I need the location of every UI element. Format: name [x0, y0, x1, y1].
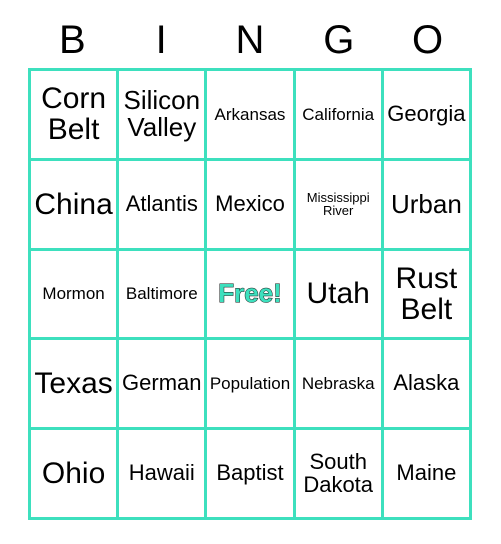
bingo-cell-label: California: [302, 104, 375, 124]
bingo-cell[interactable]: Mexico: [207, 160, 293, 248]
bingo-cell-label: Mississippi River: [306, 189, 370, 219]
bingo-cell-label: Georgia: [387, 100, 466, 126]
bingo-grid: Corn Belt Silicon Valley Arkansas Californi…: [28, 68, 472, 520]
bingo-cell-label: Silicon Valley: [123, 85, 201, 143]
bingo-cell[interactable]: Hawaii: [119, 430, 205, 517]
bingo-cell[interactable]: Atlantis: [119, 160, 205, 248]
bingo-cell[interactable]: Maine: [383, 430, 469, 517]
bingo-cell-label: Baptist: [216, 460, 284, 486]
bingo-cell[interactable]: China: [31, 160, 117, 248]
bingo-cell[interactable]: Utah: [295, 250, 381, 338]
bingo-cell-label: Utah: [306, 277, 370, 311]
bingo-cell-label: Hawaii: [128, 460, 195, 486]
bingo-cell-label: Atlantis: [125, 190, 198, 216]
bingo-cell[interactable]: Baltimore: [119, 250, 205, 338]
bingo-cell[interactable]: Urban: [383, 160, 469, 248]
bingo-free-cell[interactable]: Free!: [207, 250, 293, 338]
bingo-cell[interactable]: South Dakota: [295, 430, 381, 517]
bingo-header-letter-o: O: [412, 18, 444, 62]
bingo-cell-label: Baltimore: [125, 284, 198, 304]
bingo-cell[interactable]: Baptist: [207, 430, 293, 517]
bingo-cell-label: Ohio: [41, 457, 106, 490]
bingo-cell[interactable]: Mississippi River: [295, 160, 381, 248]
bingo-cell-label: Population: [209, 373, 291, 393]
bingo-header-letter-b: B: [59, 18, 86, 62]
bingo-header-row: BINGO: [28, 14, 472, 66]
bingo-cell[interactable]: Rust Belt: [383, 250, 469, 338]
bingo-cell[interactable]: California: [295, 71, 381, 158]
bingo-cell-label: German: [122, 370, 202, 396]
bingo-header-letter-i: I: [155, 18, 167, 62]
bingo-cell[interactable]: Arkansas: [207, 71, 293, 158]
bingo-cell-label: Corn Belt: [41, 82, 107, 147]
bingo-cell-label: Arkansas: [214, 104, 286, 124]
bingo-cell[interactable]: Ohio: [31, 430, 117, 517]
bingo-cell[interactable]: Alaska: [383, 340, 469, 428]
bingo-cell[interactable]: Silicon Valley: [119, 71, 205, 158]
bingo-cell[interactable]: Texas: [31, 340, 117, 428]
bingo-cell-label: Urban: [390, 188, 462, 219]
bingo-cell[interactable]: Population: [207, 340, 293, 428]
bingo-cell-label: Rust Belt: [395, 261, 458, 326]
bingo-cell-label: China: [34, 187, 113, 221]
bingo-header-letter-n: N: [235, 18, 265, 62]
bingo-cell[interactable]: Corn Belt: [31, 71, 117, 158]
bingo-cell-label: Mexico: [215, 190, 285, 216]
bingo-cell-label: Maine: [396, 460, 457, 486]
bingo-free-label: Free!: [218, 278, 283, 309]
bingo-cell-label: Mormon: [42, 284, 105, 304]
bingo-cell-label: Nebraska: [301, 373, 375, 393]
bingo-cell-label: Alaska: [393, 370, 460, 396]
bingo-cell-label: South Dakota: [303, 448, 374, 497]
bingo-cell[interactable]: Georgia: [383, 71, 469, 158]
bingo-header-letter-g: G: [323, 18, 355, 62]
bingo-cell[interactable]: Nebraska: [295, 340, 381, 428]
bingo-cell[interactable]: Mormon: [31, 250, 117, 338]
bingo-cell[interactable]: German: [119, 340, 205, 428]
bingo-cell-label: Texas: [34, 367, 113, 401]
bingo-card: B I N G O Corn Belt Silicon Valley Arkansas Cal…: [0, 0, 501, 544]
